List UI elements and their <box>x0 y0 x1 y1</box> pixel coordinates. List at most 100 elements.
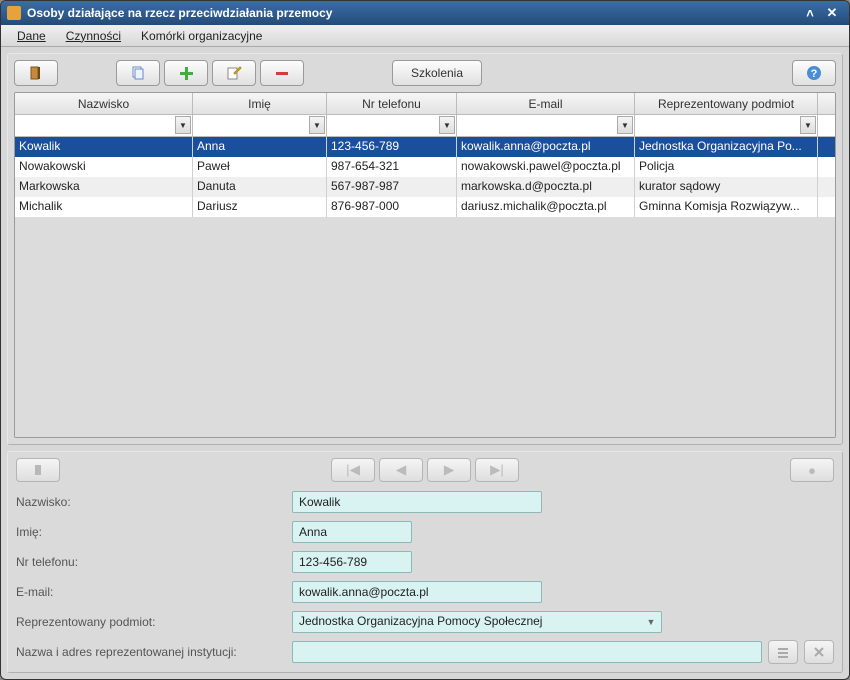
cell: Paweł <box>193 157 327 177</box>
add-button[interactable] <box>164 60 208 86</box>
client-area: Szkolenia ? Nazwisko Imię Nr telefonu E-… <box>1 47 849 679</box>
form-row-podmiot: Reprezentowany podmiot: Jednostka Organi… <box>16 610 834 634</box>
chevron-down-icon[interactable]: ▼ <box>617 116 633 134</box>
cell: nowakowski.pawel@poczta.pl <box>457 157 635 177</box>
menu-komorki[interactable]: Komórki organizacyjne <box>131 27 272 45</box>
select-podmiot[interactable]: Jednostka Organizacyjna Pomocy Społeczne… <box>292 611 662 633</box>
menubar: Dane Czynności Komórki organizacyjne <box>1 25 849 47</box>
close-button[interactable]: ✕ <box>821 5 843 21</box>
cell: Markowska <box>15 177 193 197</box>
label-telefon: Nr telefonu: <box>16 555 286 569</box>
info-button[interactable]: ● <box>790 458 834 482</box>
cell: Nowakowski <box>15 157 193 177</box>
bookmark-button[interactable] <box>16 458 60 482</box>
last-record-button[interactable]: ▶| <box>475 458 519 482</box>
input-email[interactable] <box>292 581 542 603</box>
cell: 567-987-987 <box>327 177 457 197</box>
cell: Gminna Komisja Rozwiązyw... <box>635 197 818 217</box>
first-record-button[interactable]: |◀ <box>331 458 375 482</box>
szkolenia-button[interactable]: Szkolenia <box>392 60 482 86</box>
th-email[interactable]: E-mail <box>457 93 635 114</box>
app-icon <box>7 6 21 20</box>
edit-button[interactable] <box>212 60 256 86</box>
label-podmiot: Reprezentowany podmiot: <box>16 615 286 629</box>
chevron-down-icon[interactable]: ▼ <box>309 116 325 134</box>
cell: Michalik <box>15 197 193 217</box>
form-row-instytucja: Nazwa i adres reprezentowanej instytucji… <box>16 640 834 664</box>
menu-dane[interactable]: Dane <box>7 27 56 45</box>
record-nav: |◀ ◀ ▶ ▶| ● <box>16 458 834 482</box>
toolbar: Szkolenia ? <box>14 60 836 86</box>
filter-imie[interactable]: ▼ <box>193 115 327 136</box>
input-telefon[interactable] <box>292 551 412 573</box>
cell: dariusz.michalik@poczta.pl <box>457 197 635 217</box>
institution-pick-button[interactable] <box>768 640 798 664</box>
filter-email[interactable]: ▼ <box>457 115 635 136</box>
list-icon <box>776 645 790 659</box>
label-nazwisko: Nazwisko: <box>16 495 286 509</box>
pencil-icon <box>226 65 242 81</box>
cell: 876-987-000 <box>327 197 457 217</box>
label-instytucja: Nazwa i adres reprezentowanej instytucji… <box>16 645 286 659</box>
copy-button[interactable] <box>116 60 160 86</box>
table-row[interactable]: Nowakowski Paweł 987-654-321 nowakowski.… <box>15 157 835 177</box>
titlebar: Osoby działające na rzecz przeciwdziałan… <box>1 1 849 25</box>
prev-record-button[interactable]: ◀ <box>379 458 423 482</box>
th-podmiot[interactable]: Reprezentowany podmiot <box>635 93 818 114</box>
filter-podmiot[interactable]: ▼ <box>635 115 818 136</box>
filter-row: ▼ ▼ ▼ ▼ ▼ <box>15 115 835 137</box>
exit-button[interactable] <box>14 60 58 86</box>
cell: Jednostka Organizacyjna Po... <box>635 137 818 157</box>
cell: Policja <box>635 157 818 177</box>
minimize-button[interactable]: ˄ <box>799 6 821 21</box>
table-row[interactable]: Kowalik Anna 123-456-789 kowalik.anna@po… <box>15 137 835 157</box>
cell: 123-456-789 <box>327 137 457 157</box>
help-button[interactable]: ? <box>792 60 836 86</box>
th-nazwisko[interactable]: Nazwisko <box>15 93 193 114</box>
table-header: Nazwisko Imię Nr telefonu E-mail Repreze… <box>15 93 835 115</box>
door-icon <box>28 65 44 81</box>
label-email: E-mail: <box>16 585 286 599</box>
help-icon: ? <box>806 65 822 81</box>
next-record-button[interactable]: ▶ <box>427 458 471 482</box>
form-row-nazwisko: Nazwisko: <box>16 490 834 514</box>
data-table: Nazwisko Imię Nr telefonu E-mail Repreze… <box>14 92 836 438</box>
cell: Anna <box>193 137 327 157</box>
cell: 987-654-321 <box>327 157 457 177</box>
menu-czynnosci[interactable]: Czynności <box>56 27 131 45</box>
cell: kurator sądowy <box>635 177 818 197</box>
label-imie: Imię: <box>16 525 286 539</box>
input-instytucja[interactable] <box>292 641 762 663</box>
table-row[interactable]: Markowska Danuta 567-987-987 markowska.d… <box>15 177 835 197</box>
input-nazwisko[interactable] <box>292 491 542 513</box>
chevron-down-icon[interactable]: ▼ <box>800 116 816 134</box>
input-imie[interactable] <box>292 521 412 543</box>
x-icon <box>812 645 826 659</box>
th-imie[interactable]: Imię <box>193 93 327 114</box>
chevron-down-icon[interactable]: ▼ <box>175 116 191 134</box>
svg-text:?: ? <box>811 68 818 80</box>
th-telefon[interactable]: Nr telefonu <box>327 93 457 114</box>
nav-center: |◀ ◀ ▶ ▶| <box>64 458 786 482</box>
form-row-imie: Imię: <box>16 520 834 544</box>
bookmark-icon <box>31 463 45 477</box>
filter-telefon[interactable]: ▼ <box>327 115 457 136</box>
window-title: Osoby działające na rzecz przeciwdziałan… <box>27 6 799 20</box>
delete-button[interactable] <box>260 60 304 86</box>
cell: Danuta <box>193 177 327 197</box>
cell: Kowalik <box>15 137 193 157</box>
select-podmiot-value: Jednostka Organizacyjna Pomocy Społeczne… <box>299 614 542 628</box>
cell: Dariusz <box>193 197 327 217</box>
table-row[interactable]: Michalik Dariusz 876-987-000 dariusz.mic… <box>15 197 835 217</box>
cell: kowalik.anna@poczta.pl <box>457 137 635 157</box>
top-panel: Szkolenia ? Nazwisko Imię Nr telefonu E-… <box>7 53 843 445</box>
app-window: Osoby działające na rzecz przeciwdziałan… <box>0 0 850 680</box>
institution-clear-button[interactable] <box>804 640 834 664</box>
filter-nazwisko[interactable]: ▼ <box>15 115 193 136</box>
chevron-down-icon: ▼ <box>643 614 659 630</box>
form-row-email: E-mail: <box>16 580 834 604</box>
form-row-telefon: Nr telefonu: <box>16 550 834 574</box>
szkolenia-label: Szkolenia <box>411 66 463 80</box>
chevron-down-icon[interactable]: ▼ <box>439 116 455 134</box>
plus-icon <box>178 65 194 81</box>
